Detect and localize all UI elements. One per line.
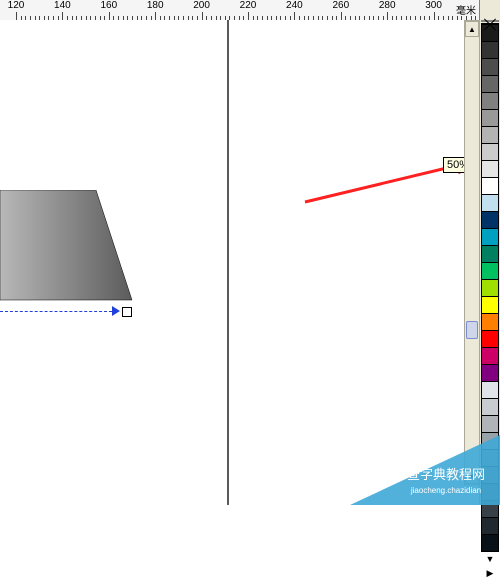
color-swatch-10[interactable]	[481, 364, 499, 382]
palette-flyout-button[interactable]: ▶	[480, 566, 500, 581]
gray2-swatch-7[interactable]	[481, 500, 499, 518]
gray2-swatch-0[interactable]	[481, 381, 499, 399]
color-swatch-7[interactable]	[481, 313, 499, 331]
gray-swatch-2[interactable]	[481, 58, 499, 76]
gray2-swatch-4[interactable]	[481, 449, 499, 467]
ruler-label: 240	[286, 0, 303, 11]
gray2-swatch-2[interactable]	[481, 415, 499, 433]
gray-swatch-8[interactable]	[481, 160, 499, 178]
gray-swatch-9[interactable]	[481, 177, 499, 195]
annotation-arrow	[300, 140, 490, 210]
gradient-direction-line[interactable]	[0, 311, 112, 312]
ruler-label: 140	[54, 0, 71, 11]
scroll-up-button[interactable]: ▲	[465, 21, 479, 37]
gray2-swatch-8[interactable]	[481, 517, 499, 535]
gray-swatch-1[interactable]	[481, 41, 499, 59]
swatch-none[interactable]	[481, 23, 499, 25]
gray2-swatch-6[interactable]	[481, 483, 499, 501]
color-swatch-9[interactable]	[481, 347, 499, 365]
ruler-label: 280	[379, 0, 396, 11]
ruler-label: 160	[100, 0, 117, 11]
scroll-thumb[interactable]	[466, 321, 478, 339]
ruler-label: 200	[193, 0, 210, 11]
gray2-swatch-1[interactable]	[481, 398, 499, 416]
horizontal-ruler: 毫米 120 140 160 180 200 220 240 260 280 300	[0, 0, 480, 21]
gray2-swatch-9[interactable]	[481, 534, 499, 552]
color-swatch-2[interactable]	[481, 228, 499, 246]
gray-swatch-4[interactable]	[481, 92, 499, 110]
ruler-label: 260	[332, 0, 349, 11]
color-swatch-1[interactable]	[481, 211, 499, 229]
canvas[interactable]: 50% Black	[0, 20, 466, 505]
gray2-swatch-5[interactable]	[481, 466, 499, 484]
scroll-down-button[interactable]: ▼	[465, 468, 479, 484]
ruler-label: 300	[425, 0, 442, 11]
selected-shape[interactable]	[0, 190, 140, 310]
palette-more-button[interactable]: ▼	[480, 552, 500, 566]
gray-swatch-6[interactable]	[481, 126, 499, 144]
color-swatch-8[interactable]	[481, 330, 499, 348]
gray-swatch-3[interactable]	[481, 75, 499, 93]
gradient-end-handle[interactable]	[122, 307, 132, 317]
color-swatch-0[interactable]	[481, 194, 499, 212]
gray2-swatch-3[interactable]	[481, 432, 499, 450]
gray-swatch-0[interactable]	[481, 24, 499, 42]
vertical-scrollbar[interactable]: ▲ ▼	[464, 20, 480, 485]
ruler-label: 120	[8, 0, 25, 11]
ruler-label: 220	[240, 0, 257, 11]
color-swatch-4[interactable]	[481, 262, 499, 280]
color-swatch-3[interactable]	[481, 245, 499, 263]
ruler-corner	[479, 0, 500, 21]
gray-swatch-5[interactable]	[481, 109, 499, 127]
palette-options-button[interactable]	[481, 20, 499, 22]
color-swatch-5[interactable]	[481, 279, 499, 297]
ruler-label: 180	[147, 0, 164, 11]
page-edge	[227, 20, 229, 505]
color-palette[interactable]: ▼ ▶	[479, 20, 500, 505]
ruler-unit-label: 毫米	[456, 2, 476, 17]
color-swatch-6[interactable]	[481, 296, 499, 314]
gray-swatch-7[interactable]	[481, 143, 499, 161]
gradient-direction-arrow[interactable]	[112, 306, 120, 316]
